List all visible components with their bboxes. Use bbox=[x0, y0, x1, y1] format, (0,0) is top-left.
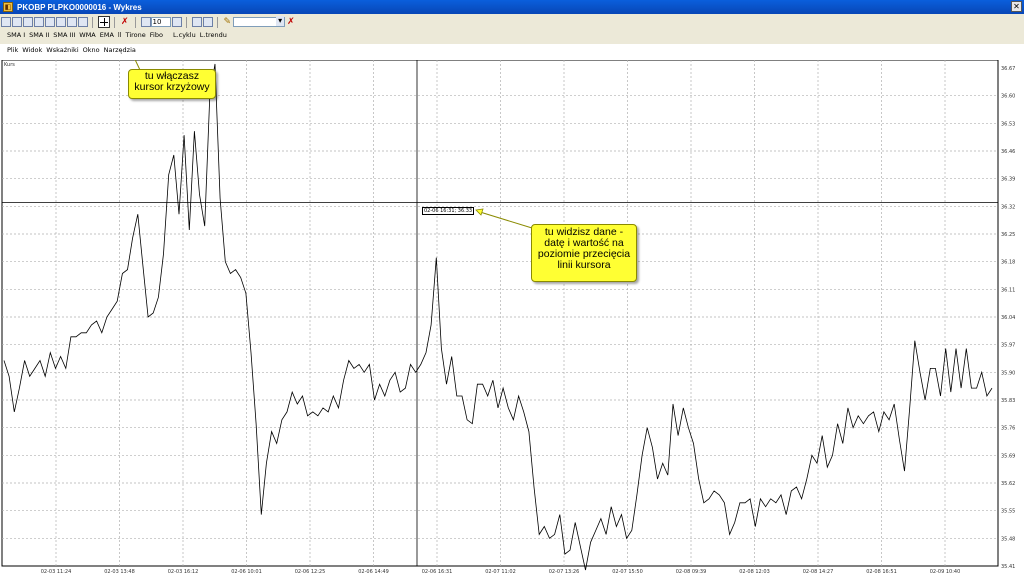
toolbar: ✗ 10 ✎ ✗ SMA I SMA II SMA III WMA EMA ll Tiron… bbox=[0, 14, 1024, 44]
toolbar-divider bbox=[134, 16, 136, 28]
menu-item[interactable]: Widok bbox=[22, 46, 42, 54]
close-button[interactable]: ✕ bbox=[1011, 1, 1022, 12]
delete-lines-icon[interactable]: ✗ bbox=[121, 17, 129, 27]
menu-item[interactable]: Okno bbox=[83, 46, 100, 54]
y-tick-label: 35.90 bbox=[1001, 370, 1015, 376]
toolbar-divider bbox=[92, 16, 93, 28]
plot-frame bbox=[1, 59, 999, 567]
menu-item[interactable]: Plik bbox=[7, 46, 18, 54]
x-tick-label: 02-03 13:48 bbox=[104, 569, 135, 575]
zoom-in-icon[interactable] bbox=[45, 17, 55, 27]
indicator-button[interactable]: L.cyklu bbox=[173, 31, 196, 39]
chart-panel[interactable]: Kurs 36.67 36.60 36.53 36.46 36.39 36.32 36.25 3… bbox=[0, 26, 1024, 576]
y-tick-label: 36.60 bbox=[1001, 94, 1015, 100]
window-title: PKOBP PLPKO0000016 - Wykres bbox=[17, 2, 142, 12]
x-tick-label: 02-06 16:31 bbox=[422, 569, 453, 575]
y-tick-label: 36.32 bbox=[1001, 204, 1015, 210]
x-tick-label: 02-08 16:51 bbox=[866, 569, 897, 575]
symbol-combobox[interactable] bbox=[233, 16, 286, 27]
window-controls: ✕ bbox=[1011, 1, 1022, 12]
crosshair-cursor-icon[interactable] bbox=[98, 16, 110, 28]
x-tick-label: 02-07 13:26 bbox=[549, 569, 580, 575]
chart-area-icon[interactable] bbox=[34, 17, 44, 27]
pencil-icon[interactable]: ✎ bbox=[224, 17, 232, 27]
indicator-buttons: SMA I SMA II SMA III WMA EMA ll Tirone Fibo L.cy… bbox=[7, 31, 227, 39]
y-tick-label: 35.97 bbox=[1001, 343, 1015, 349]
indicator-button[interactable]: L.trendu bbox=[200, 31, 227, 39]
indicator-button[interactable]: WMA bbox=[79, 31, 95, 39]
indicator-remove-icon[interactable] bbox=[202, 17, 213, 27]
menu-item[interactable]: Wskaźniki bbox=[46, 46, 78, 54]
x-tick-label: 02-08 12:03 bbox=[739, 569, 770, 575]
chart-candle-icon[interactable] bbox=[23, 17, 33, 27]
x-tick-label: 02-07 15:50 bbox=[612, 569, 643, 575]
menu-bar: Plik Widok Wskaźniki Okno Narzędzia bbox=[7, 46, 136, 54]
y-tick-label: 35.48 bbox=[1001, 536, 1015, 542]
x-tick-label: 02-03 16:12 bbox=[168, 569, 199, 575]
grid-icon[interactable] bbox=[171, 17, 182, 27]
indicator-button[interactable]: SMA I bbox=[7, 31, 25, 39]
x-tick-label: 02-06 14:49 bbox=[358, 569, 389, 575]
y-tick-label: 36.67 bbox=[1001, 66, 1015, 72]
y-tick-label: 36.25 bbox=[1001, 232, 1015, 238]
crosshair-readout: 02-06 16:31; 36.33 bbox=[422, 207, 475, 215]
toolbar-divider bbox=[216, 16, 218, 28]
x-tick-label: 02-08 09:39 bbox=[676, 569, 707, 575]
y-tick-label: 36.11 bbox=[1001, 287, 1015, 293]
toolbar-row-tools: ✗ 10 ✎ ✗ bbox=[0, 15, 297, 29]
indicator-button[interactable]: ll bbox=[118, 31, 122, 39]
crosshair-tip-callout: tu włączasz kursor krzyżowy bbox=[128, 69, 216, 99]
chart-line-icon[interactable] bbox=[1, 17, 11, 27]
chart-app-icon: ◧ bbox=[3, 2, 13, 12]
remove-symbol-icon[interactable]: ✗ bbox=[287, 17, 295, 27]
x-tick-label: 02-03 11:24 bbox=[41, 569, 72, 575]
y-tick-label: 36.18 bbox=[1001, 260, 1015, 266]
x-tick-label: 02-06 12:25 bbox=[295, 569, 326, 575]
y-tick-label: 35.76 bbox=[1001, 426, 1015, 432]
y-tick-label: 35.69 bbox=[1001, 453, 1015, 459]
indicator-button[interactable]: Tirone bbox=[126, 31, 146, 39]
x-tick-label: 02-07 11:02 bbox=[485, 569, 516, 575]
toolbar-divider bbox=[114, 16, 115, 28]
y-tick-label: 35.62 bbox=[1001, 481, 1015, 487]
period-icon[interactable] bbox=[140, 17, 151, 27]
x-tick-label: 02-06 10:01 bbox=[231, 569, 262, 575]
indicator-add-icon[interactable] bbox=[191, 17, 202, 27]
price-chart[interactable]: Kurs 36.67 36.60 36.53 36.46 36.39 36.32 36.25 3… bbox=[0, 26, 1024, 576]
y-tick-label: 36.39 bbox=[1001, 177, 1015, 183]
y-tick-label: 35.55 bbox=[1001, 509, 1015, 515]
chart-bar-icon[interactable] bbox=[12, 17, 22, 27]
y-tick-label: 35.41 bbox=[1001, 564, 1015, 570]
window-titlebar: ◧ PKOBP PLPKO0000016 - Wykres ✕ bbox=[0, 0, 1024, 14]
indicator-button[interactable]: SMA II bbox=[29, 31, 49, 39]
chart-volume-icon[interactable] bbox=[67, 17, 77, 27]
y-tick-label: 36.04 bbox=[1001, 315, 1015, 321]
x-tick-label: 02-08 14:27 bbox=[803, 569, 834, 575]
y-tick-label: 35.83 bbox=[1001, 398, 1015, 404]
readout-tip-callout: tu widzisz dane - datę i wartość na poziom… bbox=[531, 224, 637, 282]
y-tick-label: 36.53 bbox=[1001, 121, 1015, 127]
indicator-button[interactable]: Fibo bbox=[150, 31, 163, 39]
zoom-out-icon[interactable] bbox=[56, 17, 66, 27]
indicator-button[interactable]: EMA bbox=[100, 31, 114, 39]
y-tick-label: 36.46 bbox=[1001, 149, 1015, 155]
chart-corner-label: Kurs bbox=[4, 62, 15, 68]
x-tick-label: 02-09 10:40 bbox=[930, 569, 961, 575]
period-input[interactable]: 10 bbox=[150, 17, 171, 27]
indicator-button[interactable]: SMA III bbox=[53, 31, 75, 39]
chart-settings-icon[interactable] bbox=[78, 17, 88, 27]
toolbar-divider bbox=[185, 16, 187, 28]
menu-item[interactable]: Narzędzia bbox=[104, 46, 136, 54]
